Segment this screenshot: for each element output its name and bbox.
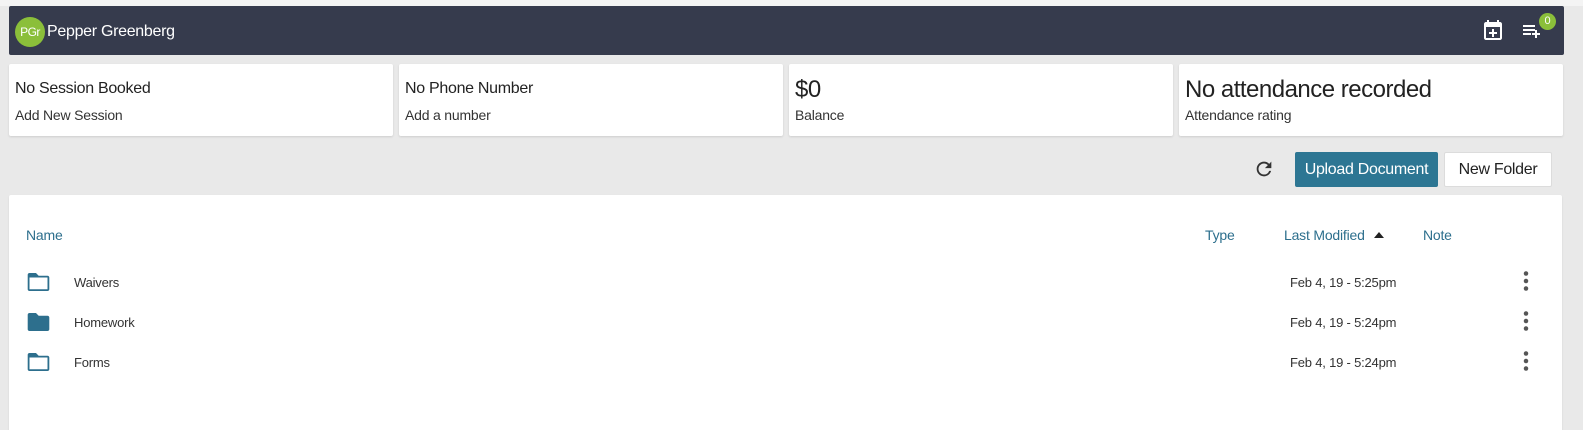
more-vert-icon[interactable] xyxy=(1519,271,1533,291)
documents-table: Name Type Last Modified Note Waivers Feb… xyxy=(9,195,1562,430)
column-header-last-modified-label: Last Modified xyxy=(1284,227,1365,243)
table-row[interactable]: Waivers Feb 4, 19 - 5:25pm xyxy=(9,265,1562,305)
folder-outline-icon xyxy=(27,273,50,291)
sort-ascending-icon xyxy=(1374,232,1385,238)
folder-filled-icon xyxy=(27,313,50,331)
top-header-bar: PGr Pepper Greenberg 0 xyxy=(9,6,1564,55)
column-header-type[interactable]: Type xyxy=(1205,227,1235,243)
attendance-card: No attendance recorded Attendance rating xyxy=(1179,64,1563,136)
column-header-last-modified[interactable]: Last Modified xyxy=(1284,227,1385,243)
attendance-label: Attendance rating xyxy=(1185,107,1292,123)
session-status: No Session Booked xyxy=(15,80,151,97)
column-header-note[interactable]: Note xyxy=(1423,227,1452,243)
more-vert-icon[interactable] xyxy=(1519,351,1533,371)
attendance-status: No attendance recorded xyxy=(1185,76,1432,103)
column-header-name[interactable]: Name xyxy=(26,227,63,243)
row-last-modified: Feb 4, 19 - 5:25pm xyxy=(1290,275,1397,290)
refresh-icon[interactable] xyxy=(1253,158,1275,180)
balance-value: $0 xyxy=(795,76,821,103)
row-last-modified: Feb 4, 19 - 5:24pm xyxy=(1290,355,1397,370)
row-name[interactable]: Homework xyxy=(74,315,135,330)
phone-card: No Phone Number Add a number xyxy=(399,64,783,136)
client-name: Pepper Greenberg xyxy=(47,23,175,40)
add-session-link[interactable]: Add New Session xyxy=(15,107,123,123)
more-vert-icon[interactable] xyxy=(1519,311,1533,331)
new-folder-button[interactable]: New Folder xyxy=(1444,152,1552,187)
upload-document-button[interactable]: Upload Document xyxy=(1295,152,1438,187)
table-row[interactable]: Homework Feb 4, 19 - 5:24pm xyxy=(9,305,1562,345)
folder-outline-icon xyxy=(27,353,50,371)
row-name[interactable]: Forms xyxy=(74,355,110,370)
notification-badge: 0 xyxy=(1539,13,1556,30)
add-phone-link[interactable]: Add a number xyxy=(405,107,491,123)
phone-status: No Phone Number xyxy=(405,80,534,97)
avatar[interactable]: PGr xyxy=(15,17,45,47)
row-last-modified: Feb 4, 19 - 5:24pm xyxy=(1290,315,1397,330)
balance-label: Balance xyxy=(795,107,845,123)
session-card: No Session Booked Add New Session xyxy=(9,64,393,136)
balance-card: $0 Balance xyxy=(789,64,1173,136)
row-name[interactable]: Waivers xyxy=(74,275,119,290)
table-row[interactable]: Forms Feb 4, 19 - 5:24pm xyxy=(9,345,1562,385)
calendar-add-icon[interactable] xyxy=(1481,19,1505,43)
